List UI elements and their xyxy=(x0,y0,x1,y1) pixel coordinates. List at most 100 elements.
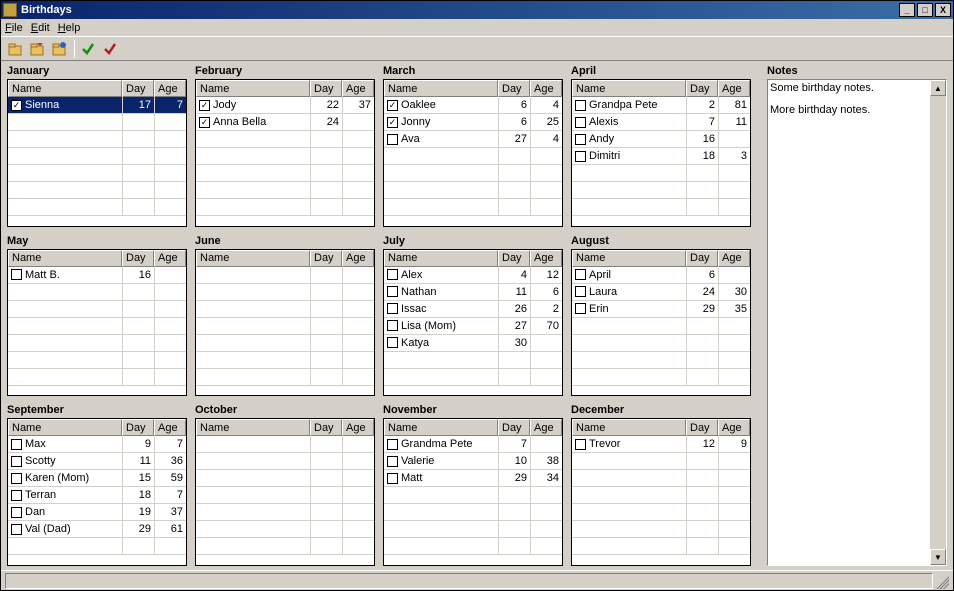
cell-name[interactable]: Karen (Mom) xyxy=(8,470,122,486)
row-checkbox[interactable]: ✓ xyxy=(387,117,398,128)
cell-age[interactable]: 30 xyxy=(718,284,750,300)
row-checkbox[interactable] xyxy=(387,439,398,450)
col-age[interactable]: Age xyxy=(718,419,750,436)
month-grid[interactable]: NameDayAge xyxy=(195,249,375,397)
table-row[interactable]: Matt2934 xyxy=(384,470,562,487)
cell-name[interactable]: Grandma Pete xyxy=(384,436,498,452)
cell-name[interactable]: Val (Dad) xyxy=(8,521,122,537)
cell-age[interactable]: 37 xyxy=(342,97,374,113)
col-day[interactable]: Day xyxy=(310,419,342,436)
col-age[interactable]: Age xyxy=(154,250,186,267)
cell-age[interactable]: 37 xyxy=(154,504,186,520)
cell-age[interactable]: 7 xyxy=(154,436,186,452)
cell-name[interactable]: Katya xyxy=(384,335,498,351)
cell-day[interactable]: 15 xyxy=(122,470,154,486)
table-row[interactable]: Issac262 xyxy=(384,301,562,318)
col-name[interactable]: Name xyxy=(8,80,122,97)
col-age[interactable]: Age xyxy=(342,80,374,97)
table-row[interactable]: Karen (Mom)1559 xyxy=(8,470,186,487)
table-row[interactable]: Scotty1136 xyxy=(8,453,186,470)
row-checkbox[interactable] xyxy=(575,286,586,297)
table-row[interactable]: ✓Oaklee64 xyxy=(384,97,562,114)
table-row[interactable]: April6 xyxy=(572,267,750,284)
cell-name[interactable]: ✓Sienna xyxy=(8,97,122,113)
row-checkbox[interactable]: ✓ xyxy=(11,100,22,111)
col-name[interactable]: Name xyxy=(384,80,498,97)
cell-day[interactable]: 18 xyxy=(686,148,718,164)
cell-day[interactable]: 9 xyxy=(122,436,154,452)
month-grid[interactable]: NameDayAgeTrevor129 xyxy=(571,418,751,566)
cell-age[interactable]: 61 xyxy=(154,521,186,537)
cell-age[interactable]: 4 xyxy=(530,131,562,147)
cell-name[interactable]: ✓Jonny xyxy=(384,114,498,130)
col-age[interactable]: Age xyxy=(342,419,374,436)
cell-name[interactable]: Andy xyxy=(572,131,686,147)
row-checkbox[interactable] xyxy=(11,524,22,535)
row-checkbox[interactable] xyxy=(387,134,398,145)
month-grid[interactable]: NameDayAgeGrandpa Pete281Alexis711Andy16… xyxy=(571,79,751,227)
resize-grip[interactable] xyxy=(933,573,949,589)
table-row[interactable]: Dan1937 xyxy=(8,504,186,521)
row-checkbox[interactable] xyxy=(11,269,22,280)
col-age[interactable]: Age xyxy=(154,419,186,436)
month-grid[interactable]: NameDayAgeGrandma Pete7Valerie1038Matt29… xyxy=(383,418,563,566)
cell-name[interactable]: Laura xyxy=(572,284,686,300)
cell-age[interactable] xyxy=(530,436,562,452)
col-name[interactable]: Name xyxy=(572,250,686,267)
cell-day[interactable]: 29 xyxy=(498,470,530,486)
row-checkbox[interactable] xyxy=(387,337,398,348)
cell-day[interactable]: 11 xyxy=(122,453,154,469)
table-row[interactable]: Lisa (Mom)2770 xyxy=(384,318,562,335)
cell-name[interactable]: Alexis xyxy=(572,114,686,130)
col-day[interactable]: Day xyxy=(310,80,342,97)
toolbar-btn-1[interactable] xyxy=(5,39,25,59)
cell-name[interactable]: ✓Anna Bella xyxy=(196,114,310,130)
cell-name[interactable]: Ava xyxy=(384,131,498,147)
col-name[interactable]: Name xyxy=(8,250,122,267)
col-age[interactable]: Age xyxy=(530,250,562,267)
table-row[interactable]: Alexis711 xyxy=(572,114,750,131)
col-day[interactable]: Day xyxy=(122,80,154,97)
col-name[interactable]: Name xyxy=(196,80,310,97)
row-checkbox[interactable] xyxy=(387,269,398,280)
col-day[interactable]: Day xyxy=(498,250,530,267)
col-age[interactable]: Age xyxy=(530,419,562,436)
cell-day[interactable]: 6 xyxy=(498,114,530,130)
col-day[interactable]: Day xyxy=(498,80,530,97)
cell-day[interactable]: 7 xyxy=(498,436,530,452)
col-name[interactable]: Name xyxy=(572,419,686,436)
row-checkbox[interactable]: ✓ xyxy=(199,117,210,128)
cell-day[interactable]: 30 xyxy=(498,335,530,351)
cell-day[interactable]: 16 xyxy=(122,267,154,283)
cell-name[interactable]: Alex xyxy=(384,267,498,283)
row-checkbox[interactable] xyxy=(387,286,398,297)
cell-name[interactable]: Issac xyxy=(384,301,498,317)
col-day[interactable]: Day xyxy=(686,419,718,436)
month-grid[interactable]: NameDayAgeAlex412Nathan116Issac262Lisa (… xyxy=(383,249,563,397)
row-checkbox[interactable] xyxy=(575,303,586,314)
cell-name[interactable]: Grandpa Pete xyxy=(572,97,686,113)
table-row[interactable]: Alex412 xyxy=(384,267,562,284)
table-row[interactable]: Trevor129 xyxy=(572,436,750,453)
col-age[interactable]: Age xyxy=(342,250,374,267)
toolbar-btn-2[interactable] xyxy=(27,39,47,59)
col-name[interactable]: Name xyxy=(384,419,498,436)
month-grid[interactable]: NameDayAgeMax97Scotty1136Karen (Mom)1559… xyxy=(7,418,187,566)
row-checkbox[interactable] xyxy=(575,439,586,450)
table-row[interactable]: Max97 xyxy=(8,436,186,453)
table-row[interactable]: Val (Dad)2961 xyxy=(8,521,186,538)
close-button[interactable]: X xyxy=(935,3,951,17)
month-grid[interactable]: NameDayAge xyxy=(195,418,375,566)
table-row[interactable]: Dimitri183 xyxy=(572,148,750,165)
cell-age[interactable]: 36 xyxy=(154,453,186,469)
cell-age[interactable]: 2 xyxy=(530,301,562,317)
cell-name[interactable]: Lisa (Mom) xyxy=(384,318,498,334)
cell-name[interactable]: Valerie xyxy=(384,453,498,469)
row-checkbox[interactable] xyxy=(575,134,586,145)
col-day[interactable]: Day xyxy=(122,419,154,436)
month-grid[interactable]: NameDayAge✓Sienna177 xyxy=(7,79,187,227)
cell-day[interactable]: 29 xyxy=(686,301,718,317)
table-row[interactable]: ✓Jody2237 xyxy=(196,97,374,114)
row-checkbox[interactable] xyxy=(387,456,398,467)
cell-age[interactable]: 7 xyxy=(154,487,186,503)
